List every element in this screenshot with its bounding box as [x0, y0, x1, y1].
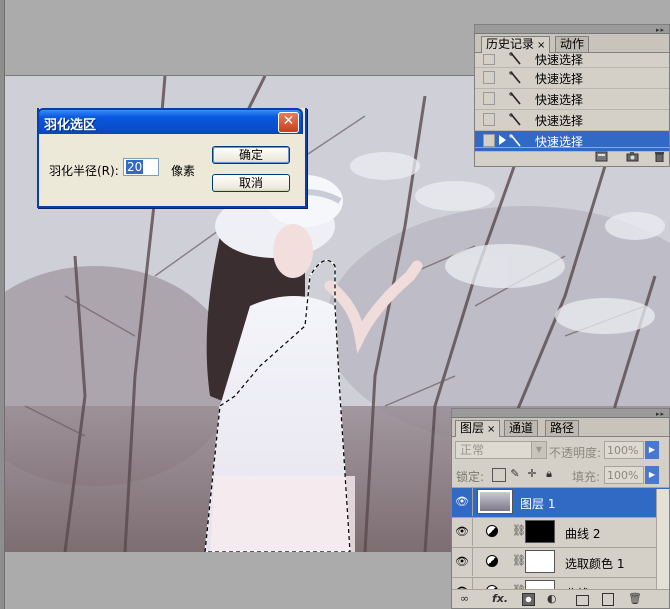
- opacity-label: 不透明度:: [549, 446, 602, 460]
- quick-selection-icon: [509, 52, 521, 65]
- ok-button[interactable]: 确定: [212, 146, 290, 164]
- blend-opacity-row: 正常 ▼ 不透明度: 100% ▶: [452, 437, 669, 463]
- panel-grip-bar[interactable]: ▸▸: [452, 409, 669, 418]
- tab-history-label: 历史记录: [486, 37, 535, 51]
- visibility-eye-icon[interactable]: 👁︎: [452, 488, 473, 516]
- lock-fill-row: 锁定: ✎ ✛ 🔒︎ 填充: 100% ▶: [452, 463, 669, 488]
- lock-all-icon[interactable]: 🔒︎: [543, 468, 555, 480]
- fill-input[interactable]: 100%: [604, 466, 644, 484]
- new-layer-icon[interactable]: [602, 593, 614, 606]
- link-icon[interactable]: ⛓︎: [512, 524, 526, 537]
- fill-label: 填充:: [572, 470, 601, 484]
- history-state-marker-icon: [499, 135, 506, 145]
- history-item-label: 快速选择: [535, 114, 584, 128]
- history-brush-checkbox[interactable]: [483, 134, 495, 147]
- layer-name: 曲线 2: [565, 527, 601, 541]
- layer-name: 选取颜色 1: [565, 557, 625, 571]
- feather-selection-dialog: 羽化选区 ✕ 羽化半径(R): 20 像素 确定 取消: [37, 108, 307, 208]
- layers-scrollbar[interactable]: [656, 489, 669, 593]
- chevron-down-icon: ▼: [531, 442, 546, 458]
- history-item[interactable]: 快速选择: [475, 68, 669, 89]
- lock-label: 锁定:: [456, 470, 485, 484]
- layer-mask-thumbnail[interactable]: [525, 520, 555, 543]
- dialog-title: 羽化选区: [44, 118, 97, 133]
- layers-footer: ∞ fx. ◐ 🗑︎: [452, 589, 669, 608]
- lock-transparent-icon[interactable]: [492, 468, 506, 482]
- feather-radius-label: 羽化半径(R):: [49, 164, 119, 178]
- history-item[interactable]: 快速选择: [475, 52, 669, 68]
- adjustment-layer-icon: [486, 555, 498, 567]
- opacity-input[interactable]: 100%: [604, 441, 644, 459]
- visibility-eye-icon[interactable]: 👁︎: [452, 518, 473, 546]
- layer-thumbnail: [477, 489, 513, 514]
- tab-actions[interactable]: 动作: [555, 36, 590, 52]
- layer-row[interactable]: 👁︎ ⛓︎ 选取颜色 1: [452, 548, 669, 578]
- close-icon[interactable]: ✕: [278, 112, 299, 133]
- fx-icon[interactable]: fx.: [492, 592, 508, 605]
- mask-icon[interactable]: [522, 593, 535, 606]
- layer-name: 图层 1: [520, 497, 556, 511]
- history-item-label: 快速选择: [535, 53, 584, 67]
- history-panel: ▸▸ 历史记录 × 动作 快速选择 快速选择 快速选择 快速选择 快速选择: [474, 24, 670, 167]
- tab-layers-label: 图层: [460, 421, 485, 435]
- visibility-eye-icon[interactable]: 👁︎: [452, 548, 473, 576]
- layer-row-selected[interactable]: 👁︎ 图层 1: [452, 488, 669, 518]
- opacity-slider-button[interactable]: ▶: [645, 441, 659, 459]
- new-document-from-state-icon[interactable]: [595, 151, 608, 162]
- layer-mask-thumbnail[interactable]: [525, 550, 555, 573]
- layer-row[interactable]: 👁︎ ⛓︎ 曲线 2: [452, 518, 669, 548]
- tab-paths[interactable]: 路径: [545, 420, 580, 436]
- fill-slider-button[interactable]: ▶: [645, 466, 659, 484]
- link-icon[interactable]: ∞: [460, 592, 469, 605]
- tab-paths-label: 路径: [550, 421, 575, 435]
- layers-tabs: 图层 × 通道 路径: [452, 418, 669, 437]
- close-tab-icon[interactable]: ×: [487, 424, 495, 435]
- unit-label: 像素: [171, 164, 196, 178]
- tab-layers[interactable]: 图层 ×: [455, 420, 501, 437]
- tab-channels-label: 通道: [509, 421, 534, 435]
- tab-actions-label: 动作: [560, 37, 585, 51]
- quick-selection-icon: [509, 92, 521, 105]
- panel-collapse-icon[interactable]: ▸▸: [656, 410, 665, 418]
- link-icon[interactable]: ⛓︎: [512, 554, 526, 567]
- history-brush-checkbox[interactable]: [483, 54, 495, 65]
- adjustment-icon[interactable]: ◐: [547, 592, 557, 605]
- cancel-button[interactable]: 取消: [212, 174, 290, 192]
- feather-radius-value: 20: [126, 160, 144, 174]
- panel-grip-bar[interactable]: ▸▸: [475, 25, 669, 34]
- folder-icon[interactable]: [576, 595, 589, 606]
- lock-brush-icon[interactable]: ✎: [509, 468, 521, 480]
- history-brush-checkbox[interactable]: [483, 92, 495, 105]
- blend-mode-select[interactable]: 正常 ▼: [455, 441, 547, 459]
- trash-icon[interactable]: 🗑︎: [628, 592, 642, 605]
- adjustment-layer-icon: [486, 525, 498, 537]
- history-brush-checkbox[interactable]: [483, 113, 495, 126]
- quick-selection-icon: [509, 113, 521, 126]
- history-footer: [475, 147, 669, 166]
- history-item[interactable]: 快速选择: [475, 110, 669, 131]
- quick-selection-icon: [509, 71, 521, 84]
- history-item-label: 快速选择: [535, 93, 584, 107]
- panel-collapse-icon[interactable]: ▸▸: [656, 26, 665, 34]
- dialog-titlebar[interactable]: 羽化选区 ✕: [37, 108, 303, 134]
- camera-icon[interactable]: [626, 151, 639, 162]
- lock-move-icon[interactable]: ✛: [526, 468, 538, 480]
- trash-icon[interactable]: [653, 151, 666, 162]
- history-item-label: 快速选择: [535, 72, 584, 86]
- tab-channels[interactable]: 通道: [504, 420, 539, 436]
- close-tab-icon[interactable]: ×: [537, 40, 545, 51]
- feather-radius-input[interactable]: 20: [123, 158, 159, 176]
- layers-panel: ▸▸ 图层 × 通道 路径 正常 ▼ 不透明度: 100% ▶ 锁定: ✎ ✛ 🔒︎…: [451, 408, 670, 609]
- history-brush-checkbox[interactable]: [483, 71, 495, 84]
- history-item[interactable]: 快速选择: [475, 89, 669, 110]
- blend-mode-value: 正常: [460, 443, 485, 457]
